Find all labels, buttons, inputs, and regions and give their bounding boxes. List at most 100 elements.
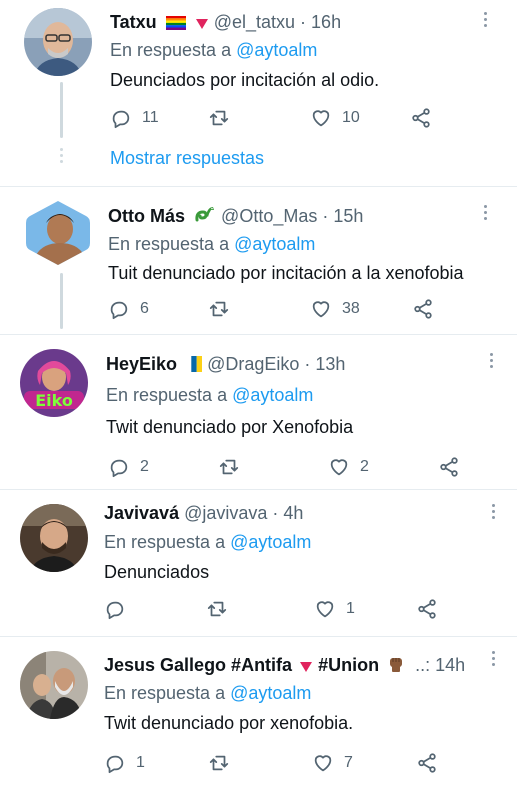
replying-to: En respuesta a @aytoalm (110, 40, 318, 60)
replying-to: En respuesta a @aytoalm (108, 234, 316, 254)
timestamp[interactable]: 13h (315, 354, 345, 374)
mention-link[interactable]: @aytoalm (234, 234, 315, 254)
svg-text:Eiko: Eiko (35, 391, 73, 410)
share-icon (414, 299, 432, 319)
retweet-icon (209, 301, 229, 317)
reply-button[interactable]: 11 (110, 106, 159, 130)
tweet-header: HeyEiko @DragEiko · 13h (106, 352, 345, 378)
more-options-icon[interactable] (484, 12, 488, 30)
like-count: 7 (344, 754, 353, 771)
like-button[interactable]: 38 (310, 297, 360, 321)
timestamp[interactable]: 14h (435, 655, 465, 675)
dragon-icon (194, 204, 216, 230)
action-bar: 6 38 (108, 297, 448, 321)
mention-link[interactable]: @aytoalm (230, 683, 311, 703)
retweet-button[interactable] (208, 106, 230, 130)
mention-link[interactable]: @aytoalm (236, 40, 317, 60)
like-button[interactable]: 7 (312, 751, 353, 775)
replying-to: En respuesta a @aytoalm (106, 385, 314, 405)
heart-icon (312, 301, 330, 318)
timestamp[interactable]: 4h (283, 503, 303, 523)
like-button[interactable]: 1 (314, 597, 355, 621)
handle[interactable]: @Otto_Mas (221, 206, 317, 226)
tweet-1[interactable]: Tatxu @el_tatxu · 16h En respuesta a @ay… (0, 0, 517, 186)
canary-islands-flag-icon (186, 354, 203, 378)
mention-link[interactable]: @aytoalm (232, 385, 313, 405)
reply-button[interactable] (104, 597, 136, 621)
share-button[interactable] (410, 106, 432, 130)
tweet-4[interactable]: Javivavá @javivava · 4h En respuesta a @… (0, 490, 517, 636)
tweet-text: Denunciados (104, 562, 210, 582)
action-bar: 1 (104, 597, 444, 621)
reply-count: 2 (140, 458, 149, 475)
reply-icon (110, 301, 128, 320)
handle-truncated[interactable]: ..: (415, 655, 430, 675)
display-name-suffix[interactable]: #Union (318, 655, 379, 675)
retweet-button[interactable] (208, 751, 230, 775)
mention-link[interactable]: @aytoalm (230, 532, 311, 552)
thread-line (60, 273, 63, 329)
thread-dots (60, 148, 63, 166)
heart-icon (314, 755, 332, 772)
replying-to: En respuesta a @aytoalm (104, 683, 312, 703)
retweet-icon (219, 459, 239, 475)
red-triangle-icon (299, 655, 313, 679)
tweet-header: Otto Más @Otto_Mas · 15h (108, 204, 363, 230)
reply-button[interactable]: 2 (108, 455, 149, 479)
retweet-icon (209, 110, 229, 126)
timestamp[interactable]: 16h (311, 12, 341, 32)
like-button[interactable]: 10 (310, 106, 360, 130)
display-name[interactable]: Otto Más (108, 206, 185, 226)
avatar[interactable] (24, 199, 92, 267)
more-options-icon[interactable] (484, 205, 488, 223)
timestamp[interactable]: 15h (333, 206, 363, 226)
like-button[interactable]: 2 (328, 455, 369, 479)
display-name[interactable]: Jesus Gallego #Antifa (104, 655, 292, 675)
more-options-icon[interactable] (490, 353, 494, 371)
reply-count: 6 (140, 300, 149, 317)
separator: · (267, 503, 284, 523)
show-replies-link[interactable]: Mostrar respuestas (110, 146, 264, 170)
avatar[interactable]: Eiko (20, 349, 88, 417)
display-name[interactable]: Tatxu (110, 12, 157, 32)
tweet-3[interactable]: Eiko HeyEiko @DragEiko · 13h En respuest… (0, 335, 517, 489)
separator: · (299, 354, 316, 374)
tweet-header: Javivavá @javivava · 4h (104, 501, 303, 525)
separator: · (295, 12, 312, 32)
display-name[interactable]: HeyEiko (106, 354, 177, 374)
more-options-icon[interactable] (492, 504, 496, 522)
avatar[interactable] (20, 504, 88, 572)
separator: · (317, 206, 334, 226)
display-name[interactable]: Javivavá (104, 503, 179, 523)
retweet-button[interactable] (208, 297, 230, 321)
like-count: 1 (346, 600, 355, 617)
replying-to: En respuesta a @aytoalm (104, 532, 312, 552)
share-button[interactable] (416, 597, 438, 621)
action-bar: 11 10 (110, 106, 450, 130)
tweet-text: Deunciados por incitación al odio. (110, 70, 380, 90)
tweet-text: Twit denunciado por Xenofobia (106, 417, 354, 437)
tweet-2[interactable]: Otto Más @Otto_Mas · 15h En respuesta a … (0, 187, 517, 333)
raised-fist-icon (386, 653, 406, 679)
avatar[interactable] (20, 651, 88, 719)
thread-line (60, 82, 63, 138)
handle[interactable]: @DragEiko (207, 354, 299, 374)
more-options-icon[interactable] (492, 651, 496, 669)
rainbow-flag-icon (165, 12, 186, 36)
reply-icon (112, 110, 130, 129)
retweet-button[interactable] (218, 455, 240, 479)
retweet-icon (207, 601, 227, 617)
avatar[interactable] (24, 8, 92, 76)
share-button[interactable] (416, 751, 438, 775)
tweet-5[interactable]: Jesus Gallego #Antifa #Union ..: 14h En … (0, 637, 517, 800)
reply-button[interactable]: 1 (104, 751, 145, 775)
handle[interactable]: @el_tatxu (214, 12, 295, 32)
reply-button[interactable]: 6 (108, 297, 149, 321)
handle[interactable]: @javivava (184, 503, 267, 523)
share-icon (418, 753, 436, 773)
heart-icon (316, 601, 334, 618)
heart-icon (312, 110, 330, 127)
share-button[interactable] (412, 297, 434, 321)
share-button[interactable] (438, 455, 460, 479)
retweet-button[interactable] (206, 597, 228, 621)
